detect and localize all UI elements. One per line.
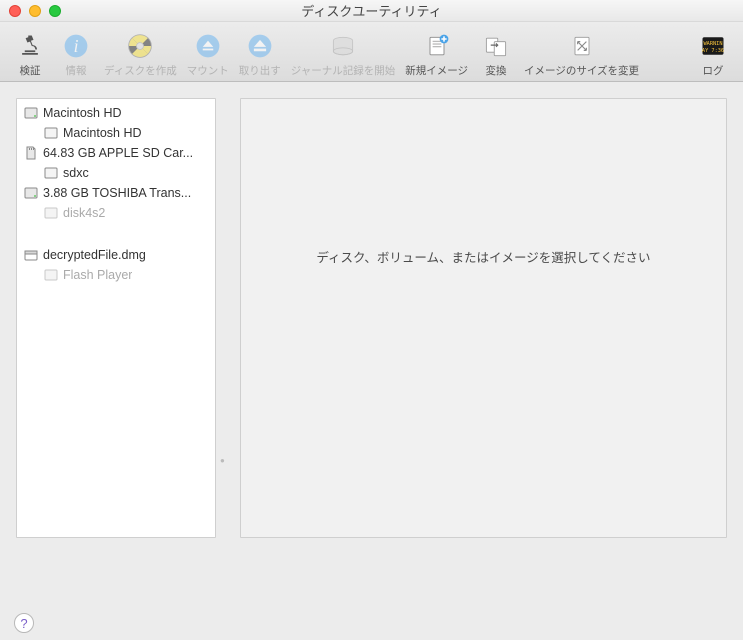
main-panel: ディスク、ボリューム、またはイメージを選択してください [240, 98, 727, 538]
log-button[interactable]: WARNINAY 7:36 ログ [691, 26, 735, 80]
tree-item-label: Flash Player [63, 268, 132, 282]
burn-label: ディスクを作成 [104, 63, 177, 78]
convert-label: 変換 [486, 63, 507, 78]
content-area: Macintosh HD Macintosh HD 64.83 GB APPLE S… [0, 82, 743, 606]
tree-item-label: 64.83 GB APPLE SD Car... [43, 146, 193, 160]
eject-label: 取り出す [239, 63, 281, 78]
titlebar: ディスクユーティリティ [0, 0, 743, 22]
hdd-icon [23, 105, 39, 121]
volume-icon [43, 165, 59, 181]
info-label: 情報 [66, 63, 87, 78]
window-controls [9, 5, 61, 17]
minimize-button[interactable] [29, 5, 41, 17]
volume-icon [43, 125, 59, 141]
svg-text:i: i [74, 36, 79, 56]
sidebar: Macintosh HD Macintosh HD 64.83 GB APPLE S… [16, 98, 216, 538]
placeholder-text: ディスク、ボリューム、またはイメージを選択してください [316, 247, 650, 266]
convert-icon [481, 31, 511, 61]
tree-item[interactable]: 64.83 GB APPLE SD Car... [17, 143, 215, 163]
mount-label: マウント [187, 63, 229, 78]
disk-tree: Macintosh HD Macintosh HD 64.83 GB APPLE S… [17, 99, 215, 227]
journal-icon [328, 31, 358, 61]
tree-item-label: 3.88 GB TOSHIBA Trans... [43, 186, 191, 200]
eject-button[interactable]: 取り出す [235, 26, 285, 80]
help-icon: ? [20, 616, 27, 631]
tree-item[interactable]: Macintosh HD [17, 123, 215, 143]
help-button[interactable]: ? [14, 613, 34, 633]
tree-item-label: sdxc [63, 166, 89, 180]
log-label: ログ [703, 63, 724, 78]
image-tree: decryptedFile.dmg Flash Player [17, 241, 215, 289]
mount-icon [193, 31, 223, 61]
tree-item[interactable]: sdxc [17, 163, 215, 183]
resize-icon [567, 31, 597, 61]
sd-icon [23, 145, 39, 161]
new-image-button[interactable]: 新規イメージ [401, 26, 472, 80]
close-button[interactable] [9, 5, 21, 17]
microscope-icon [15, 31, 45, 61]
resize-button[interactable]: イメージのサイズを変更 [520, 26, 643, 80]
mount-button[interactable]: マウント [183, 26, 233, 80]
info-button[interactable]: i 情報 [54, 26, 98, 80]
new-image-label: 新規イメージ [405, 63, 468, 78]
footer: ? [0, 606, 743, 640]
svg-text:WARNIN: WARNIN [704, 41, 723, 47]
resize-label: イメージのサイズを変更 [524, 63, 639, 78]
info-icon: i [61, 31, 91, 61]
tree-item-label: disk4s2 [63, 206, 105, 220]
journal-button[interactable]: ジャーナル記録を開始 [287, 26, 399, 80]
new-image-icon [422, 31, 452, 61]
zoom-button[interactable] [49, 5, 61, 17]
tree-item[interactable]: Flash Player [17, 265, 215, 285]
log-icon: WARNINAY 7:36 [698, 31, 728, 61]
journal-label: ジャーナル記録を開始 [291, 63, 395, 78]
tree-item-label: Macintosh HD [43, 106, 122, 120]
eject-icon [245, 31, 275, 61]
toolbar: 検証 i 情報 ディスクを作成 [0, 22, 743, 82]
drag-handle-icon[interactable]: ● [220, 456, 226, 462]
tree-item-label: Macintosh HD [63, 126, 142, 140]
tree-item-label: decryptedFile.dmg [43, 248, 146, 262]
dmg-icon [23, 247, 39, 263]
usb-icon [23, 185, 39, 201]
burn-button[interactable]: ディスクを作成 [100, 26, 181, 80]
verify-label: 検証 [20, 63, 41, 78]
window-title: ディスクユーティリティ [301, 1, 442, 20]
volume-icon [43, 205, 59, 221]
svg-text:AY 7:36: AY 7:36 [702, 48, 724, 54]
volume-icon [43, 267, 59, 283]
tree-item[interactable]: decryptedFile.dmg [17, 245, 215, 265]
tree-item[interactable]: Macintosh HD [17, 103, 215, 123]
tree-item[interactable]: disk4s2 [17, 203, 215, 223]
burn-icon [125, 31, 155, 61]
verify-button[interactable]: 検証 [8, 26, 52, 80]
convert-button[interactable]: 変換 [474, 26, 518, 80]
tree-item[interactable]: 3.88 GB TOSHIBA Trans... [17, 183, 215, 203]
